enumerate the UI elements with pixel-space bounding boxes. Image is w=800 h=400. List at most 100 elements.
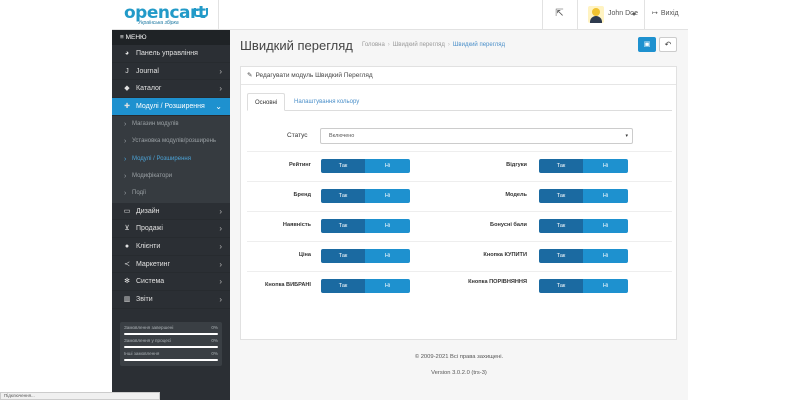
no-option[interactable]: Ні xyxy=(583,279,628,293)
yes-option[interactable]: Так xyxy=(321,249,365,263)
sidebar-item-journal[interactable]: J Journal › xyxy=(112,63,230,81)
user-icon: ● xyxy=(124,243,130,251)
tab-color-settings[interactable]: Налаштування кольору xyxy=(287,93,366,111)
dropdown-arrow-icon: ▾ xyxy=(625,133,628,139)
sidebar-item-label: Каталог xyxy=(136,85,162,93)
toggle-model[interactable]: Так Ні xyxy=(539,189,628,203)
no-option[interactable]: Ні xyxy=(583,189,628,203)
yes-option[interactable]: Так xyxy=(321,279,365,293)
puzzle-icon: ✚ xyxy=(124,103,130,111)
app-window: opencart Українська збірка ⇱ John Doe ↦ В… xyxy=(112,0,688,400)
sidebar-item-design[interactable]: ▭ Дизайн › xyxy=(112,203,230,221)
journal-icon: J xyxy=(125,67,129,75)
no-option[interactable]: Ні xyxy=(583,159,628,173)
status-select[interactable]: Включено ▾ xyxy=(320,128,633,144)
browser-status-bar: Підключення... xyxy=(0,392,160,400)
yes-option[interactable]: Так xyxy=(539,189,583,203)
progress-bar xyxy=(124,333,218,335)
yes-option[interactable]: Так xyxy=(539,249,583,263)
toggle-rating[interactable]: Так Ні xyxy=(321,159,410,173)
sidebar-item-reports[interactable]: ▥ Звіти › xyxy=(112,291,230,309)
row-divider xyxy=(247,271,672,272)
breadcrumb-item[interactable]: Швидкий перегляд xyxy=(393,42,445,48)
progress-bar xyxy=(124,359,218,361)
sidebar-subitem-marketplace[interactable]: Магазин модулів xyxy=(112,115,230,134)
yes-option[interactable]: Так xyxy=(321,189,365,203)
yes-option[interactable]: Так xyxy=(539,279,583,293)
stat-label: Замовлення у процесі xyxy=(124,338,172,343)
row-divider xyxy=(247,211,672,212)
panel-heading-text: Редагувати модуль Швидкий Перегляд xyxy=(255,72,373,79)
save-button[interactable]: ▣ xyxy=(638,37,656,52)
toggle-compare-button[interactable]: Так Ні xyxy=(539,279,628,293)
sidebar-item-catalog[interactable]: ◆ Каталог › xyxy=(112,80,230,99)
chevron-down-icon[interactable] xyxy=(632,13,636,16)
logo-subtitle: Українська збірка xyxy=(138,20,179,26)
toggle-brand[interactable]: Так Ні xyxy=(321,189,410,203)
panel-heading: ✎ Редагувати модуль Швидкий Перегляд xyxy=(241,67,676,85)
breadcrumb-current[interactable]: Швидкий перегляд xyxy=(453,42,505,48)
no-option[interactable]: Ні xyxy=(365,159,410,173)
tab-bar: Основні Налаштування кольору xyxy=(247,93,672,111)
sidebar-item-dashboard[interactable]: ◕ Панель управління xyxy=(112,45,230,63)
sidebar-item-system[interactable]: ✻ Система › xyxy=(112,273,230,292)
sidebar-subitem-installer[interactable]: Установка модулів/розширень xyxy=(112,133,230,151)
header-divider xyxy=(542,0,543,30)
no-option[interactable]: Ні xyxy=(365,189,410,203)
sidebar-subitem-modifications[interactable]: Модифікатори xyxy=(112,167,230,186)
sidebar-item-label: Journal xyxy=(136,67,159,75)
sidebar-subitem-extensions[interactable]: Модулі / Розширення xyxy=(112,150,230,168)
field-label-model: Модель xyxy=(505,192,527,198)
stat-value: 0% xyxy=(211,325,218,330)
external-link-icon[interactable]: ⇱ xyxy=(554,8,565,19)
breadcrumb-home[interactable]: Головна xyxy=(362,42,385,48)
row-divider xyxy=(247,241,672,242)
no-option[interactable]: Ні xyxy=(583,249,628,263)
yes-option[interactable]: Так xyxy=(539,159,583,173)
chevron-right-icon: › xyxy=(219,295,222,305)
share-icon: ≺ xyxy=(124,260,130,268)
no-option[interactable]: Ні xyxy=(365,249,410,263)
sidebar-item-label: Клієнти xyxy=(136,243,161,251)
pencil-icon: ✎ xyxy=(247,72,253,79)
stat-processing: Замовлення у процесі 0% xyxy=(124,338,218,351)
toggle-stock[interactable]: Так Ні xyxy=(321,219,410,233)
sidebar-item-marketing[interactable]: ≺ Маркетинг › xyxy=(112,256,230,274)
no-option[interactable]: Ні xyxy=(583,219,628,233)
toggle-reward-points[interactable]: Так Ні xyxy=(539,219,628,233)
chevron-right-icon: › xyxy=(219,224,222,234)
no-option[interactable]: Ні xyxy=(365,279,410,293)
logout-link[interactable]: ↦ Вихід xyxy=(652,9,679,17)
sidebar-item-label: Звіти xyxy=(136,296,153,304)
sidebar-item-customers[interactable]: ● Клієнти › xyxy=(112,238,230,256)
field-label-price: Ціна xyxy=(298,252,311,258)
sidebar-item-sales[interactable]: ⊻ Продажі › xyxy=(112,220,230,239)
sidebar: ≡ МЕНЮ ◕ Панель управління J Journal › ◆… xyxy=(112,30,230,400)
stat-label: Замовлення завершені xyxy=(124,325,174,330)
monitor-icon: ▭ xyxy=(123,207,131,215)
toggle-buy-button[interactable]: Так Ні xyxy=(539,249,628,263)
progress-bar xyxy=(124,346,218,348)
sidebar-subitem-events[interactable]: Події xyxy=(112,185,230,203)
chevron-right-icon: › xyxy=(219,277,222,287)
field-label-reviews: Відгуки xyxy=(506,162,527,168)
chevron-right-icon: › xyxy=(219,242,222,252)
sidebar-item-label: Маркетинг xyxy=(136,260,171,268)
sidebar-item-extensions[interactable]: ✚ Модулі / Розширення ⌄ xyxy=(112,98,230,116)
toggle-reviews[interactable]: Так Ні xyxy=(539,159,628,173)
stat-other: Інші замовлення 0% xyxy=(124,351,218,364)
no-option[interactable]: Ні xyxy=(365,219,410,233)
menu-header[interactable]: ≡ МЕНЮ xyxy=(112,30,230,45)
yes-option[interactable]: Так xyxy=(321,159,365,173)
toggle-price[interactable]: Так Ні xyxy=(321,249,410,263)
edit-panel: ✎ Редагувати модуль Швидкий Перегляд Осно… xyxy=(240,66,677,340)
field-label-compare-button: Кнопка ПОРІВНЯННЯ xyxy=(468,279,527,285)
gear-icon: ✻ xyxy=(124,278,130,286)
opencart-logo[interactable]: opencart Українська збірка xyxy=(124,3,218,27)
yes-option[interactable]: Так xyxy=(539,219,583,233)
tab-general[interactable]: Основні xyxy=(247,93,286,111)
user-avatar[interactable] xyxy=(588,6,604,23)
toggle-wishlist-button[interactable]: Так Ні xyxy=(321,279,410,293)
yes-option[interactable]: Так xyxy=(321,219,365,233)
back-button[interactable]: ↶ xyxy=(659,37,677,52)
